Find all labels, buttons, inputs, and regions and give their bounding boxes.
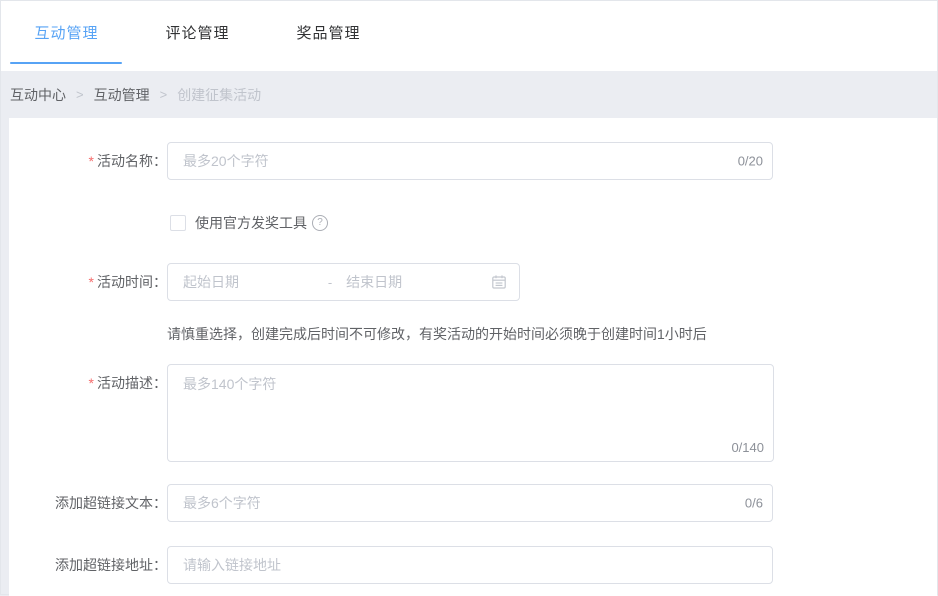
activity-name-row: *活动名称： 0/20	[9, 142, 937, 180]
link-url-row: 添加超链接地址：	[9, 546, 937, 584]
breadcrumb-separator-icon: >	[76, 87, 84, 102]
link-url-input[interactable]	[167, 546, 773, 584]
activity-time-label: *活动时间：	[9, 263, 167, 301]
link-text-label: 添加超链接文本：	[9, 484, 167, 522]
official-tool-checkbox[interactable]	[170, 215, 186, 231]
link-url-label: 添加超链接地址：	[9, 546, 167, 584]
activity-name-counter: 0/20	[734, 154, 763, 169]
activity-name-input[interactable]	[167, 142, 773, 180]
breadcrumb: 互动中心 > 互动管理 > 创建征集活动	[1, 71, 937, 118]
official-tool-label[interactable]: 使用官方发奖工具	[195, 213, 307, 233]
activity-desc-row: *活动描述： 0/140	[9, 364, 937, 462]
tab-prize-management[interactable]: 奖品管理	[263, 1, 394, 64]
link-text-row: 添加超链接文本： 0/6	[9, 484, 937, 522]
required-marker: *	[89, 153, 94, 169]
activity-desc-control: 0/140	[167, 364, 774, 462]
breadcrumb-item-interaction-management[interactable]: 互动管理	[94, 85, 150, 105]
top-tab-bar: 互动管理 评论管理 奖品管理	[1, 1, 937, 71]
activity-desc-counter: 0/140	[727, 440, 764, 455]
activity-name-label: *活动名称：	[9, 142, 167, 180]
breadcrumb-item-interaction-center[interactable]: 互动中心	[10, 85, 66, 105]
help-question-icon[interactable]: ?	[312, 215, 328, 231]
activity-desc-label: *活动描述：	[9, 364, 167, 402]
link-url-control	[167, 546, 773, 584]
activity-name-control: 0/20	[167, 142, 773, 180]
tab-interaction-management[interactable]: 互动管理	[1, 1, 132, 64]
create-activity-form: *活动名称： 0/20 使用官方发奖工具 ? *活动时间： 起始日期 - 结束日…	[9, 118, 937, 596]
calendar-icon[interactable]	[491, 274, 507, 290]
start-date-placeholder[interactable]: 起始日期	[183, 272, 328, 292]
tab-label: 奖品管理	[296, 22, 360, 43]
activity-time-row: *活动时间： 起始日期 - 结束日期	[9, 263, 937, 301]
tab-label: 互动管理	[34, 22, 98, 43]
tab-label: 评论管理	[165, 22, 229, 43]
link-text-counter: 0/6	[741, 496, 763, 511]
official-tool-row: 使用官方发奖工具 ?	[170, 213, 937, 233]
tab-comment-management[interactable]: 评论管理	[132, 1, 263, 64]
date-range-picker[interactable]: 起始日期 - 结束日期	[167, 263, 520, 301]
end-date-placeholder[interactable]: 结束日期	[346, 272, 491, 292]
link-text-input[interactable]	[167, 484, 773, 522]
breadcrumb-separator-icon: >	[160, 87, 168, 102]
date-range-separator: -	[328, 275, 332, 290]
link-text-control: 0/6	[167, 484, 773, 522]
required-marker: *	[89, 375, 94, 391]
breadcrumb-item-create-activity: 创建征集活动	[177, 85, 261, 105]
required-marker: *	[89, 274, 94, 290]
activity-time-note: 请慎重选择，创建完成后时间不可修改，有奖活动的开始时间必须晚于创建时间1小时后	[167, 325, 937, 343]
activity-desc-textarea[interactable]	[167, 364, 774, 462]
page: 互动管理 评论管理 奖品管理 互动中心 > 互动管理 > 创建征集活动 *活动名…	[0, 0, 938, 595]
